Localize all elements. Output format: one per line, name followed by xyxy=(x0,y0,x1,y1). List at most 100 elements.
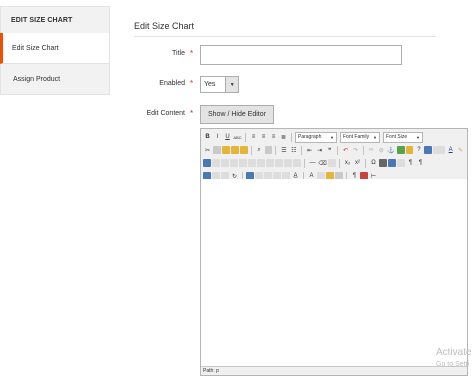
font-color-icon[interactable]: A xyxy=(446,146,455,155)
underline-icon[interactable]: U xyxy=(223,133,232,142)
insert-layer-icon[interactable] xyxy=(397,159,405,167)
toolbar-separator xyxy=(304,158,305,168)
toolbar-row: B I U ABC ≡ ≡ ≡ ≣ Paragraph ▼ Font Family… xyxy=(203,131,465,143)
superscript-icon[interactable]: x² xyxy=(353,159,362,168)
watermark-line-1: Activate xyxy=(436,347,472,358)
strikethrough-icon[interactable]: ABC xyxy=(233,133,242,142)
insert-col-after-icon[interactable] xyxy=(266,159,274,167)
emotions-icon[interactable] xyxy=(388,159,396,167)
paste-word-icon[interactable] xyxy=(239,146,248,154)
font-family-label: Font Family xyxy=(343,134,370,140)
page-title: Edit Size Chart xyxy=(134,21,195,31)
font-family-dropdown[interactable]: Font Family ▼ xyxy=(340,131,380,143)
redo-icon[interactable]: ↷ xyxy=(351,146,360,155)
table-row-props-icon[interactable] xyxy=(212,159,220,167)
toolbar-separator xyxy=(250,145,252,155)
font-size-label: Font Size xyxy=(386,134,408,140)
editor-status-bar: Path: p xyxy=(201,366,467,375)
numbered-list-icon[interactable]: ☷ xyxy=(289,146,298,155)
sidebar-item-label: Edit Size Chart xyxy=(12,44,59,52)
table-cell-props-icon[interactable] xyxy=(221,159,229,167)
align-center-icon[interactable]: ≡ xyxy=(259,133,268,142)
toolbar-separator xyxy=(337,145,338,155)
format-dropdown[interactable]: Paragraph ▼ xyxy=(295,131,337,143)
toolbar-separator xyxy=(291,132,292,142)
toolbar-separator xyxy=(275,145,277,155)
outdent-icon[interactable]: ⇤ xyxy=(305,146,314,155)
chevron-down-icon: ▼ xyxy=(416,134,420,140)
indent-icon[interactable]: ⇥ xyxy=(315,146,324,155)
required-marker: * xyxy=(190,109,194,118)
enabled-label: Enabled xyxy=(159,80,185,87)
format-dropdown-label: Paragraph xyxy=(298,134,322,140)
title-label: Title xyxy=(172,50,185,57)
bullet-list-icon[interactable]: ☰ xyxy=(279,146,288,155)
cut-icon[interactable]: ✂ xyxy=(203,146,212,155)
toolbar-separator xyxy=(339,158,340,168)
insert-col-before-icon[interactable] xyxy=(257,159,265,167)
enabled-select[interactable]: Yes ▼ xyxy=(200,76,239,93)
chevron-down-icon: ▼ xyxy=(373,134,377,140)
required-marker: * xyxy=(190,79,194,88)
show-hide-editor-button[interactable]: Show / Hide Editor xyxy=(200,105,274,124)
rtl-icon[interactable]: ¶ xyxy=(416,159,425,168)
image-icon[interactable] xyxy=(396,146,405,154)
insert-row-before-icon[interactable] xyxy=(230,159,238,167)
help-icon[interactable]: ? xyxy=(414,146,423,155)
align-left-icon[interactable]: ≡ xyxy=(249,133,258,142)
replace-icon[interactable] xyxy=(264,146,273,154)
editor-toolbar: B I U ABC ≡ ≡ ≡ ≣ Paragraph ▼ Font Family… xyxy=(201,129,467,185)
find-icon[interactable]: ⌕ xyxy=(255,146,264,155)
highlight-color-icon[interactable]: ✎ xyxy=(456,146,465,155)
toolbar-row: — ⌫ x₂ x² Ω ¶ ¶ xyxy=(203,157,465,169)
sidebar-item-label: Assign Product xyxy=(13,75,61,83)
wysiwyg-editor: B I U ABC ≡ ≡ ≡ ≣ Paragraph ▼ Font Family… xyxy=(200,128,468,376)
title-divider xyxy=(134,36,436,37)
sidebar-item-edit-size-chart[interactable]: Edit Size Chart xyxy=(0,33,110,64)
special-char-icon[interactable]: Ω xyxy=(369,159,378,168)
source-code-icon[interactable] xyxy=(424,146,433,154)
blockquote-icon[interactable]: ❝ xyxy=(325,146,334,155)
title-input[interactable] xyxy=(200,45,402,65)
chevron-down-icon[interactable]: ▼ xyxy=(225,77,238,92)
toolbar-separator xyxy=(362,145,364,155)
merge-cells-icon[interactable] xyxy=(293,159,301,167)
toolbar-separator xyxy=(301,145,303,155)
delete-col-icon[interactable] xyxy=(275,159,283,167)
toolbar-row: ✂ ⌕ ☰ ☷ ⇤ ⇥ ❝ ↶ ↷ ∞ ⊘ ⚓ ? A ✎ xyxy=(203,144,465,156)
toolbar-separator xyxy=(365,158,366,168)
split-cells-icon[interactable] xyxy=(284,159,292,167)
italic-icon[interactable]: I xyxy=(213,133,222,142)
align-right-icon[interactable]: ≡ xyxy=(269,133,278,142)
editor-content-area[interactable] xyxy=(201,179,467,365)
delete-row-icon[interactable] xyxy=(248,159,256,167)
copy-icon[interactable] xyxy=(212,146,221,154)
anchor-icon[interactable]: ⚓ xyxy=(387,146,396,155)
unlink-icon[interactable]: ⊘ xyxy=(377,146,386,155)
ltr-icon[interactable]: ¶ xyxy=(406,159,415,168)
paste-text-icon[interactable] xyxy=(230,146,239,154)
cleanup-icon[interactable] xyxy=(405,146,414,154)
bold-icon[interactable]: B xyxy=(203,133,212,142)
subscript-icon[interactable]: x₂ xyxy=(343,159,352,168)
insert-table-icon[interactable] xyxy=(203,159,211,167)
link-icon[interactable]: ∞ xyxy=(367,146,376,155)
paste-icon[interactable] xyxy=(221,146,230,154)
font-size-dropdown[interactable]: Font Size ▼ xyxy=(383,131,423,143)
html-icon[interactable] xyxy=(433,146,446,154)
sidebar: EDIT SIZE CHART Edit Size Chart Assign P… xyxy=(0,6,110,95)
insert-row-after-icon[interactable] xyxy=(239,159,247,167)
horizontal-rule-icon[interactable]: — xyxy=(308,159,317,168)
chevron-down-icon: ▼ xyxy=(330,134,334,140)
enabled-select-value: Yes xyxy=(204,81,216,88)
sidebar-item-assign-product[interactable]: Assign Product xyxy=(0,64,110,95)
watermark-line-2: Go to Setti xyxy=(436,361,470,368)
remove-format-icon[interactable]: ⌫ xyxy=(318,159,327,168)
undo-icon[interactable]: ↶ xyxy=(341,146,350,155)
visual-aid-icon[interactable] xyxy=(328,159,336,167)
toolbar-separator xyxy=(245,132,246,142)
required-marker: * xyxy=(190,49,194,58)
sidebar-heading: EDIT SIZE CHART xyxy=(0,6,110,33)
align-justify-icon[interactable]: ≣ xyxy=(279,133,288,142)
media-icon[interactable] xyxy=(379,159,387,167)
